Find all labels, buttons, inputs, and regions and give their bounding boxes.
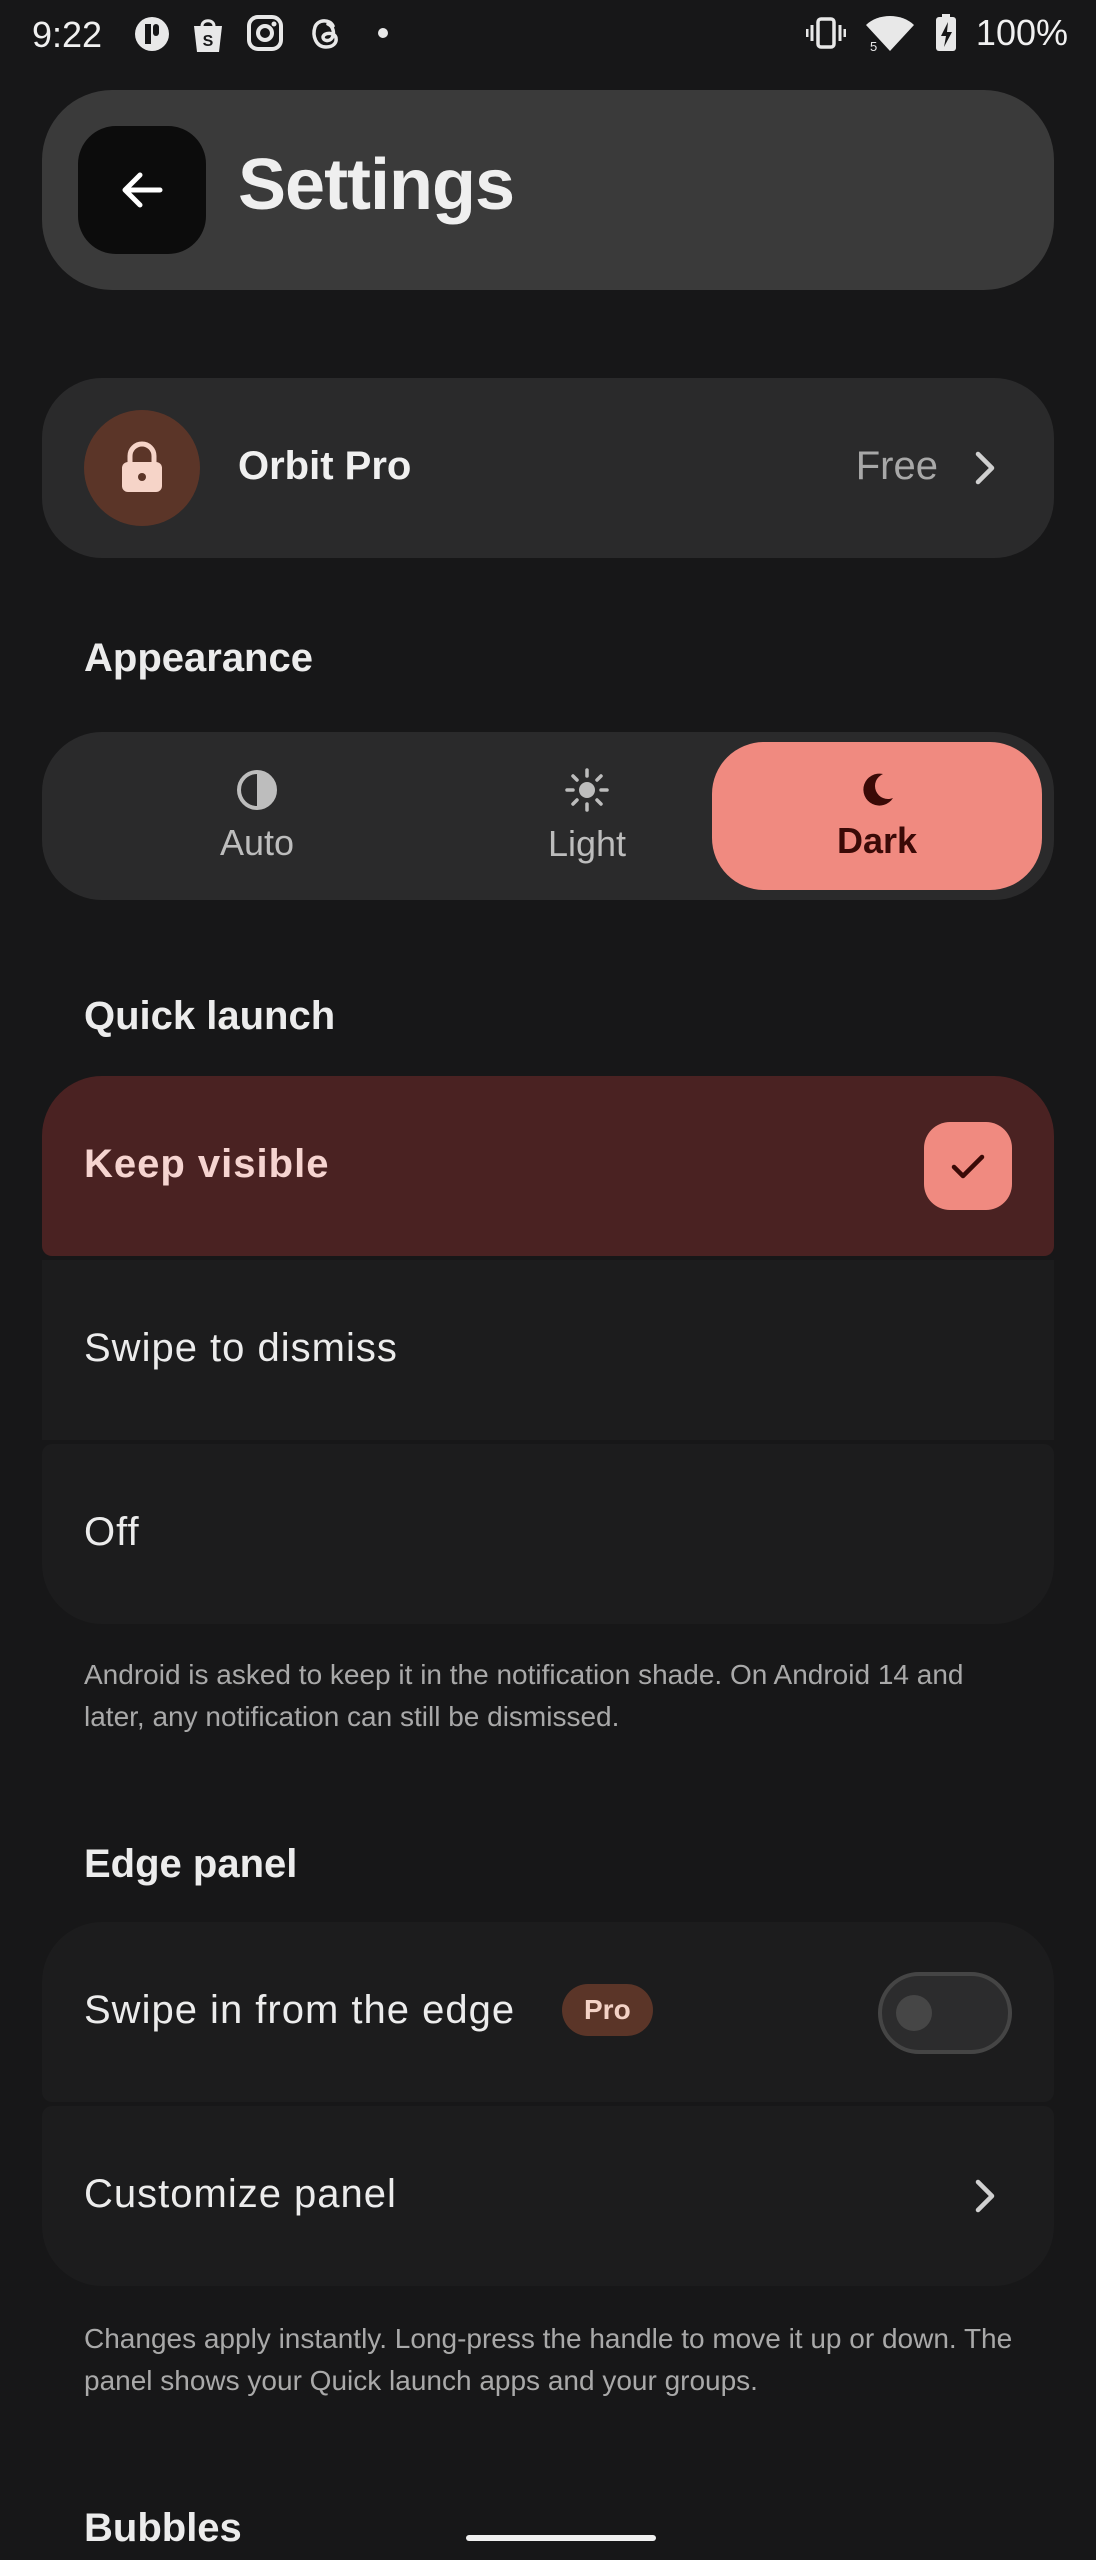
quick-launch-option-off[interactable]: Off	[42, 1444, 1054, 1624]
shop-icon: S	[194, 19, 222, 52]
customize-panel-row[interactable]: Customize panel	[42, 2106, 1054, 2286]
chevron-right-icon	[975, 451, 995, 485]
theme-option-auto[interactable]: Auto	[92, 742, 422, 890]
battery-percentage: 100%	[975, 12, 1068, 53]
threads-icon	[312, 19, 338, 49]
app-header: Settings	[42, 90, 1054, 290]
customize-panel-label: Customize panel	[84, 2172, 397, 2216]
dot-icon	[378, 28, 388, 38]
selected-checkbox	[924, 1122, 1012, 1210]
edge-swipe-row[interactable]: Swipe in from the edge Pro	[42, 1922, 1054, 2102]
chevron-right-icon	[975, 2179, 995, 2213]
quick-launch-option-swipe-to-dismiss[interactable]: Swipe to dismiss	[42, 1260, 1054, 1440]
orbit-pro-label: Orbit Pro	[238, 444, 412, 488]
option-label: Swipe to dismiss	[84, 1326, 398, 1370]
theme-option-label: Auto	[219, 822, 295, 863]
home-indicator[interactable]	[466, 2535, 656, 2541]
edge-panel-helper-text: Changes apply instantly. Long-press the …	[84, 2323, 1013, 2396]
pro-avatar	[84, 410, 200, 526]
back-button[interactable]	[78, 126, 206, 254]
sun-icon	[565, 768, 609, 812]
bubbles-title: Bubbles	[84, 2506, 242, 2550]
half-circle-icon	[237, 770, 277, 810]
appearance-title: Appearance	[84, 636, 313, 680]
svg-text:5: 5	[870, 39, 877, 53]
arrow-left-icon	[122, 172, 163, 208]
edge-swipe-label: Swipe in from the edge	[84, 1988, 516, 2032]
edge-swipe-toggle[interactable]	[878, 1972, 1012, 2054]
check-icon	[951, 1154, 985, 1179]
toggle-knob	[896, 1995, 932, 2031]
moon-icon	[863, 773, 893, 806]
orbit-pro-status: Free	[855, 444, 938, 488]
status-right: 5 100%	[805, 12, 1068, 54]
orbit-pro-card[interactable]: Orbit Pro Free	[42, 378, 1054, 558]
quick-launch-option-keep-visible[interactable]: Keep visible	[42, 1076, 1054, 1256]
settings-screen: 9:22 S 5 100% Settings Orbit Pro Free Ap…	[0, 0, 1096, 2560]
option-label: Off	[84, 1510, 140, 1554]
edge-panel-title: Edge panel	[84, 1842, 298, 1886]
status-time: 9:22	[32, 14, 103, 55]
theme-option-label: Dark	[836, 820, 918, 861]
quick-launch-title: Quick launch	[84, 994, 336, 1038]
theme-option-label: Light	[547, 823, 627, 864]
battery-charging-icon	[935, 14, 956, 51]
pro-badge: Pro	[562, 1984, 653, 2036]
status-bar: 9:22 S 5 100%	[0, 0, 1096, 70]
notification-app-icon	[135, 17, 169, 51]
page-title: Settings	[238, 145, 515, 225]
svg-text:S: S	[203, 33, 214, 50]
instagram-icon	[247, 15, 283, 51]
theme-option-light[interactable]: Light	[422, 742, 752, 890]
theme-selector: Auto Light Dark	[42, 732, 1054, 900]
quick-launch-helper-text: Android is asked to keep it in the notif…	[84, 1659, 964, 1732]
lock-icon	[122, 441, 162, 492]
wifi-icon: 5	[865, 16, 914, 53]
option-label: Keep visible	[84, 1142, 330, 1186]
vibrate-icon	[805, 17, 846, 49]
theme-option-dark[interactable]: Dark	[712, 742, 1042, 890]
